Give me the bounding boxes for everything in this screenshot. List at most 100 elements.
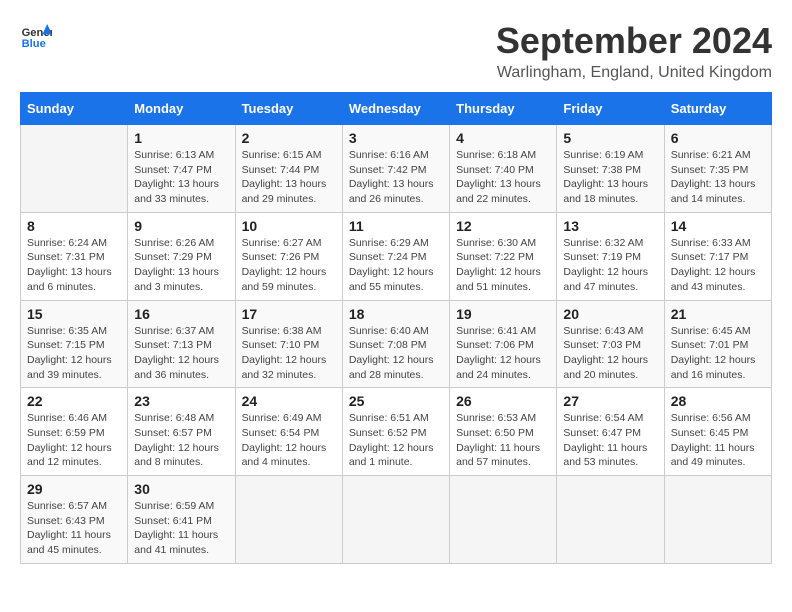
calendar-cell: 28 Sunrise: 6:56 AMSunset: 6:45 PMDayligh… [664,388,771,476]
weekday-header-friday: Friday [557,93,664,125]
logo: General Blue [20,20,52,52]
day-number: 24 [242,393,336,409]
location: Warlingham, England, United Kingdom [496,64,772,82]
calendar-cell: 20 Sunrise: 6:43 AMSunset: 7:03 PMDayligh… [557,300,664,388]
day-number: 15 [27,306,121,322]
day-detail: Sunrise: 6:57 AMSunset: 6:43 PMDaylight:… [27,499,121,558]
day-number: 25 [349,393,443,409]
month-title: September 2024 [496,20,772,62]
day-number: 30 [134,481,228,497]
week-row-3: 22Sunrise: 6:46 AMSunset: 6:59 PMDayligh… [21,388,772,476]
day-detail: Sunrise: 6:46 AMSunset: 6:59 PMDaylight:… [27,411,121,470]
calendar-cell: 1 Sunrise: 6:13 AMSunset: 7:47 PMDaylight… [128,125,235,213]
day-detail: Sunrise: 6:26 AMSunset: 7:29 PMDaylight:… [134,236,228,295]
day-detail: Sunrise: 6:45 AMSunset: 7:01 PMDaylight:… [671,324,765,383]
calendar-cell: 25Sunrise: 6:51 AMSunset: 6:52 PMDayligh… [342,388,449,476]
calendar-cell: 5Sunrise: 6:19 AMSunset: 7:38 PMDaylight… [557,125,664,213]
weekday-header-row: SundayMondayTuesdayWednesdayThursdayFrid… [21,93,772,125]
day-detail: Sunrise: 6:21 AMSunset: 7:35 PMDaylight:… [671,148,765,207]
day-number: 2 [242,130,336,146]
day-number: 20 [563,306,657,322]
weekday-header-thursday: Thursday [450,93,557,125]
calendar-cell: 24 Sunrise: 6:49 AMSunset: 6:54 PMDayligh… [235,388,342,476]
calendar-cell: 2 Sunrise: 6:15 AMSunset: 7:44 PMDaylight… [235,125,342,213]
calendar-cell: 18 Sunrise: 6:40 AMSunset: 7:08 PMDayligh… [342,300,449,388]
day-detail: Sunrise: 6:38 AMSunset: 7:10 PMDaylight:… [242,324,336,383]
day-detail: Sunrise: 6:56 AMSunset: 6:45 PMDaylight:… [671,411,765,470]
day-detail: Sunrise: 6:40 AMSunset: 7:08 PMDaylight:… [349,324,443,383]
day-number: 29 [27,481,121,497]
day-detail: Sunrise: 6:49 AMSunset: 6:54 PMDaylight:… [242,411,336,470]
calendar-cell: 29 Sunrise: 6:57 AMSunset: 6:43 PMDayligh… [21,476,128,564]
calendar-cell: 9Sunrise: 6:26 AMSunset: 7:29 PMDaylight… [128,212,235,300]
calendar-cell: 12Sunrise: 6:30 AMSunset: 7:22 PMDayligh… [450,212,557,300]
day-number: 28 [671,393,765,409]
calendar-cell: 27 Sunrise: 6:54 AMSunset: 6:47 PMDayligh… [557,388,664,476]
logo-icon: General Blue [20,20,52,52]
day-detail: Sunrise: 6:33 AMSunset: 7:17 PMDaylight:… [671,236,765,295]
calendar-cell: 8 Sunrise: 6:24 AMSunset: 7:31 PMDaylight… [21,212,128,300]
calendar-cell: 22Sunrise: 6:46 AMSunset: 6:59 PMDayligh… [21,388,128,476]
calendar-cell: 19 Sunrise: 6:41 AMSunset: 7:06 PMDayligh… [450,300,557,388]
day-number: 6 [671,130,765,146]
calendar-cell: 30 Sunrise: 6:59 AMSunset: 6:41 PMDayligh… [128,476,235,564]
day-detail: Sunrise: 6:15 AMSunset: 7:44 PMDaylight:… [242,148,336,207]
week-row-0: 1 Sunrise: 6:13 AMSunset: 7:47 PMDaylight… [21,125,772,213]
calendar-cell: 10 Sunrise: 6:27 AMSunset: 7:26 PMDayligh… [235,212,342,300]
day-number: 1 [134,130,228,146]
day-number: 3 [349,130,443,146]
day-detail: Sunrise: 6:41 AMSunset: 7:06 PMDaylight:… [456,324,550,383]
day-detail: Sunrise: 6:13 AMSunset: 7:47 PMDaylight:… [134,148,228,207]
day-detail: Sunrise: 6:53 AMSunset: 6:50 PMDaylight:… [456,411,550,470]
calendar-cell: 11 Sunrise: 6:29 AMSunset: 7:24 PMDayligh… [342,212,449,300]
day-detail: Sunrise: 6:43 AMSunset: 7:03 PMDaylight:… [563,324,657,383]
day-detail: Sunrise: 6:16 AMSunset: 7:42 PMDaylight:… [349,148,443,207]
day-number: 19 [456,306,550,322]
calendar-cell: 14 Sunrise: 6:33 AMSunset: 7:17 PMDayligh… [664,212,771,300]
calendar-cell [557,476,664,564]
calendar-cell: 21 Sunrise: 6:45 AMSunset: 7:01 PMDayligh… [664,300,771,388]
calendar-cell: 3 Sunrise: 6:16 AMSunset: 7:42 PMDaylight… [342,125,449,213]
day-detail: Sunrise: 6:27 AMSunset: 7:26 PMDaylight:… [242,236,336,295]
title-area: September 2024 Warlingham, England, Unit… [496,20,772,82]
day-detail: Sunrise: 6:29 AMSunset: 7:24 PMDaylight:… [349,236,443,295]
week-row-2: 15 Sunrise: 6:35 AMSunset: 7:15 PMDayligh… [21,300,772,388]
day-number: 4 [456,130,550,146]
day-detail: Sunrise: 6:59 AMSunset: 6:41 PMDaylight:… [134,499,228,558]
day-number: 18 [349,306,443,322]
calendar-cell: 6 Sunrise: 6:21 AMSunset: 7:35 PMDaylight… [664,125,771,213]
weekday-header-monday: Monday [128,93,235,125]
day-number: 26 [456,393,550,409]
calendar-table: SundayMondayTuesdayWednesdayThursdayFrid… [20,92,772,564]
week-row-1: 8 Sunrise: 6:24 AMSunset: 7:31 PMDaylight… [21,212,772,300]
day-number: 14 [671,218,765,234]
calendar-cell: 16Sunrise: 6:37 AMSunset: 7:13 PMDayligh… [128,300,235,388]
day-detail: Sunrise: 6:35 AMSunset: 7:15 PMDaylight:… [27,324,121,383]
day-detail: Sunrise: 6:24 AMSunset: 7:31 PMDaylight:… [27,236,121,295]
day-detail: Sunrise: 6:54 AMSunset: 6:47 PMDaylight:… [563,411,657,470]
week-row-4: 29 Sunrise: 6:57 AMSunset: 6:43 PMDayligh… [21,476,772,564]
day-number: 10 [242,218,336,234]
weekday-header-saturday: Saturday [664,93,771,125]
weekday-header-sunday: Sunday [21,93,128,125]
calendar-cell [450,476,557,564]
day-number: 13 [563,218,657,234]
calendar-cell: 15 Sunrise: 6:35 AMSunset: 7:15 PMDayligh… [21,300,128,388]
day-number: 27 [563,393,657,409]
calendar-cell: 26 Sunrise: 6:53 AMSunset: 6:50 PMDayligh… [450,388,557,476]
day-detail: Sunrise: 6:48 AMSunset: 6:57 PMDaylight:… [134,411,228,470]
day-number: 5 [563,130,657,146]
day-detail: Sunrise: 6:18 AMSunset: 7:40 PMDaylight:… [456,148,550,207]
day-number: 8 [27,218,121,234]
calendar-cell: 13 Sunrise: 6:32 AMSunset: 7:19 PMDayligh… [557,212,664,300]
day-number: 23 [134,393,228,409]
weekday-header-tuesday: Tuesday [235,93,342,125]
day-number: 11 [349,218,443,234]
day-number: 17 [242,306,336,322]
day-detail: Sunrise: 6:32 AMSunset: 7:19 PMDaylight:… [563,236,657,295]
day-number: 21 [671,306,765,322]
calendar-cell [342,476,449,564]
day-number: 12 [456,218,550,234]
calendar-cell: 17 Sunrise: 6:38 AMSunset: 7:10 PMDayligh… [235,300,342,388]
day-detail: Sunrise: 6:37 AMSunset: 7:13 PMDaylight:… [134,324,228,383]
